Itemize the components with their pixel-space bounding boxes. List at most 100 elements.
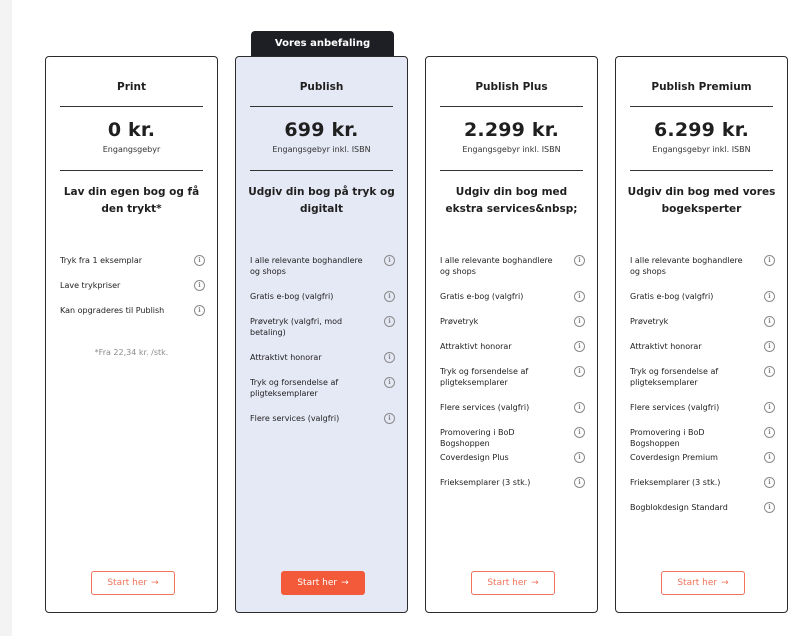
info-icon[interactable]: i: [574, 341, 585, 352]
feature-text: Prøvetryk: [440, 317, 479, 326]
plan-price: 0 kr.: [107, 119, 156, 141]
feature-item: I alle relevante boghandlere og shops i: [630, 255, 775, 277]
plan-fee-label: Engangsgebyr inkl. ISBN: [462, 145, 561, 154]
plan-tagline: Udgiv din bog med vores bogeksperter: [627, 186, 776, 215]
start-here-label: Start her: [487, 578, 528, 588]
info-icon[interactable]: i: [764, 316, 775, 327]
divider: [60, 106, 203, 107]
info-icon[interactable]: i: [384, 413, 395, 424]
feature-text: Gratis e-bog (valgfri): [250, 292, 334, 301]
left-edge-strip: [0, 0, 12, 636]
info-icon[interactable]: i: [764, 291, 775, 302]
feature-item: Flere services (valgfri) i: [630, 402, 775, 413]
info-icon[interactable]: i: [574, 402, 585, 413]
plan-price: 2.299 kr.: [463, 119, 560, 141]
feature-text: Attraktivt honorar: [440, 342, 512, 351]
info-icon[interactable]: i: [764, 477, 775, 488]
plan-fee-label: Engangsgebyr inkl. ISBN: [272, 145, 371, 154]
info-icon[interactable]: i: [764, 452, 775, 463]
plan-card-publish: Publish 699 kr. Engangsgebyr inkl. ISBN …: [235, 56, 408, 613]
feature-text: Tryk og forsendelse af pligteksemplarer: [440, 367, 529, 387]
arrow-right-icon: →: [531, 578, 539, 588]
plan-name: Print: [117, 81, 146, 93]
feature-item: Attraktivt honorar i: [630, 341, 775, 352]
start-here-button[interactable]: Start her →: [91, 571, 175, 595]
divider: [250, 170, 393, 171]
feature-text: Frieksemplarer (3 stk.): [440, 478, 531, 487]
feature-item: I alle relevante boghandlere og shops i: [250, 255, 395, 277]
feature-text: Flere services (valgfri): [630, 403, 720, 412]
feature-text: Flere services (valgfri): [440, 403, 530, 412]
divider: [250, 106, 393, 107]
arrow-right-icon: →: [721, 578, 729, 588]
info-icon[interactable]: i: [384, 377, 395, 388]
info-icon[interactable]: i: [764, 341, 775, 352]
plan-card-publish-plus: Publish Plus 2.299 kr. Engangsgebyr inkl…: [425, 56, 598, 613]
feature-item: Coverdesign Premium i: [630, 452, 775, 463]
recommendation-ribbon: Vores anbefaling: [251, 31, 394, 56]
info-icon[interactable]: i: [574, 291, 585, 302]
feature-text: Coverdesign Premium: [630, 453, 718, 462]
info-icon[interactable]: i: [574, 452, 585, 463]
feature-text: I alle relevante boghandlere og shops: [250, 256, 363, 276]
feature-text: Lave trykpriser: [60, 281, 121, 290]
plan-name: Publish: [299, 81, 344, 93]
feature-text: Gratis e-bog (valgfri): [630, 292, 714, 301]
feature-text: Coverdesign Plus: [440, 453, 509, 462]
info-icon[interactable]: i: [574, 316, 585, 327]
feature-text: Promovering i BoD Bogshoppen: [440, 428, 515, 448]
feature-item: Tryk og forsendelse af pligteksemplarer i: [440, 366, 585, 388]
divider: [60, 170, 203, 171]
feature-item: Lave trykpriser i: [60, 280, 205, 291]
plan-tagline: Udgiv din bog på tryk og digitalt: [248, 186, 395, 215]
feature-item: Kan opgraderes til Publish i: [60, 305, 205, 316]
feature-text: Attraktivt honorar: [630, 342, 702, 351]
start-here-button[interactable]: Start her →: [281, 571, 365, 595]
arrow-right-icon: →: [151, 578, 159, 588]
feature-item: Tryk og forsendelse af pligteksemplarer i: [250, 377, 395, 399]
start-here-label: Start her: [297, 578, 338, 588]
feature-item: Gratis e-bog (valgfri) i: [630, 291, 775, 302]
info-icon[interactable]: i: [764, 366, 775, 377]
feature-text: I alle relevante boghandlere og shops: [630, 256, 743, 276]
info-icon[interactable]: i: [764, 255, 775, 266]
info-icon[interactable]: i: [194, 280, 205, 291]
feature-text: Gratis e-bog (valgfri): [440, 292, 524, 301]
start-here-label: Start her: [107, 578, 148, 588]
feature-text: I alle relevante boghandlere og shops: [440, 256, 553, 276]
feature-item: Prøvetryk i: [440, 316, 585, 327]
info-icon[interactable]: i: [574, 255, 585, 266]
info-icon[interactable]: i: [574, 366, 585, 377]
info-icon[interactable]: i: [764, 502, 775, 513]
divider: [440, 106, 583, 107]
info-icon[interactable]: i: [384, 316, 395, 327]
plan-price: 699 kr.: [284, 119, 359, 141]
start-here-button[interactable]: Start her →: [661, 571, 745, 595]
feature-text: Kan opgraderes til Publish: [60, 306, 165, 315]
info-icon[interactable]: i: [194, 305, 205, 316]
feature-item: Frieksemplarer (3 stk.) i: [630, 477, 775, 488]
plan-price: 6.299 kr.: [653, 119, 750, 141]
plan-name: Publish Plus: [475, 81, 548, 93]
feature-item: Tryk fra 1 eksemplar i: [60, 255, 205, 266]
feature-text: Frieksemplarer (3 stk.): [630, 478, 721, 487]
info-icon[interactable]: i: [384, 291, 395, 302]
divider: [630, 106, 773, 107]
start-here-button[interactable]: Start her →: [471, 571, 555, 595]
feature-item: Frieksemplarer (3 stk.) i: [440, 477, 585, 488]
feature-item: Gratis e-bog (valgfri) i: [250, 291, 395, 302]
info-icon[interactable]: i: [194, 255, 205, 266]
info-icon[interactable]: i: [574, 477, 585, 488]
info-icon[interactable]: i: [384, 255, 395, 266]
feature-item: Attraktivt honorar i: [250, 352, 395, 363]
plan-fee-label: Engangsgebyr inkl. ISBN: [652, 145, 751, 154]
plan-fee-label: Engangsgebyr: [102, 145, 161, 154]
info-icon[interactable]: i: [574, 427, 585, 438]
info-icon[interactable]: i: [384, 352, 395, 363]
info-icon[interactable]: i: [764, 402, 775, 413]
feature-text: Tryk og forsendelse af pligteksemplarer: [630, 367, 719, 387]
feature-item: Promovering i BoD Bogshoppen i: [440, 427, 585, 449]
feature-text: Promovering i BoD Bogshoppen: [630, 428, 705, 448]
feature-item: Flere services (valgfri) i: [250, 413, 395, 424]
info-icon[interactable]: i: [764, 427, 775, 438]
